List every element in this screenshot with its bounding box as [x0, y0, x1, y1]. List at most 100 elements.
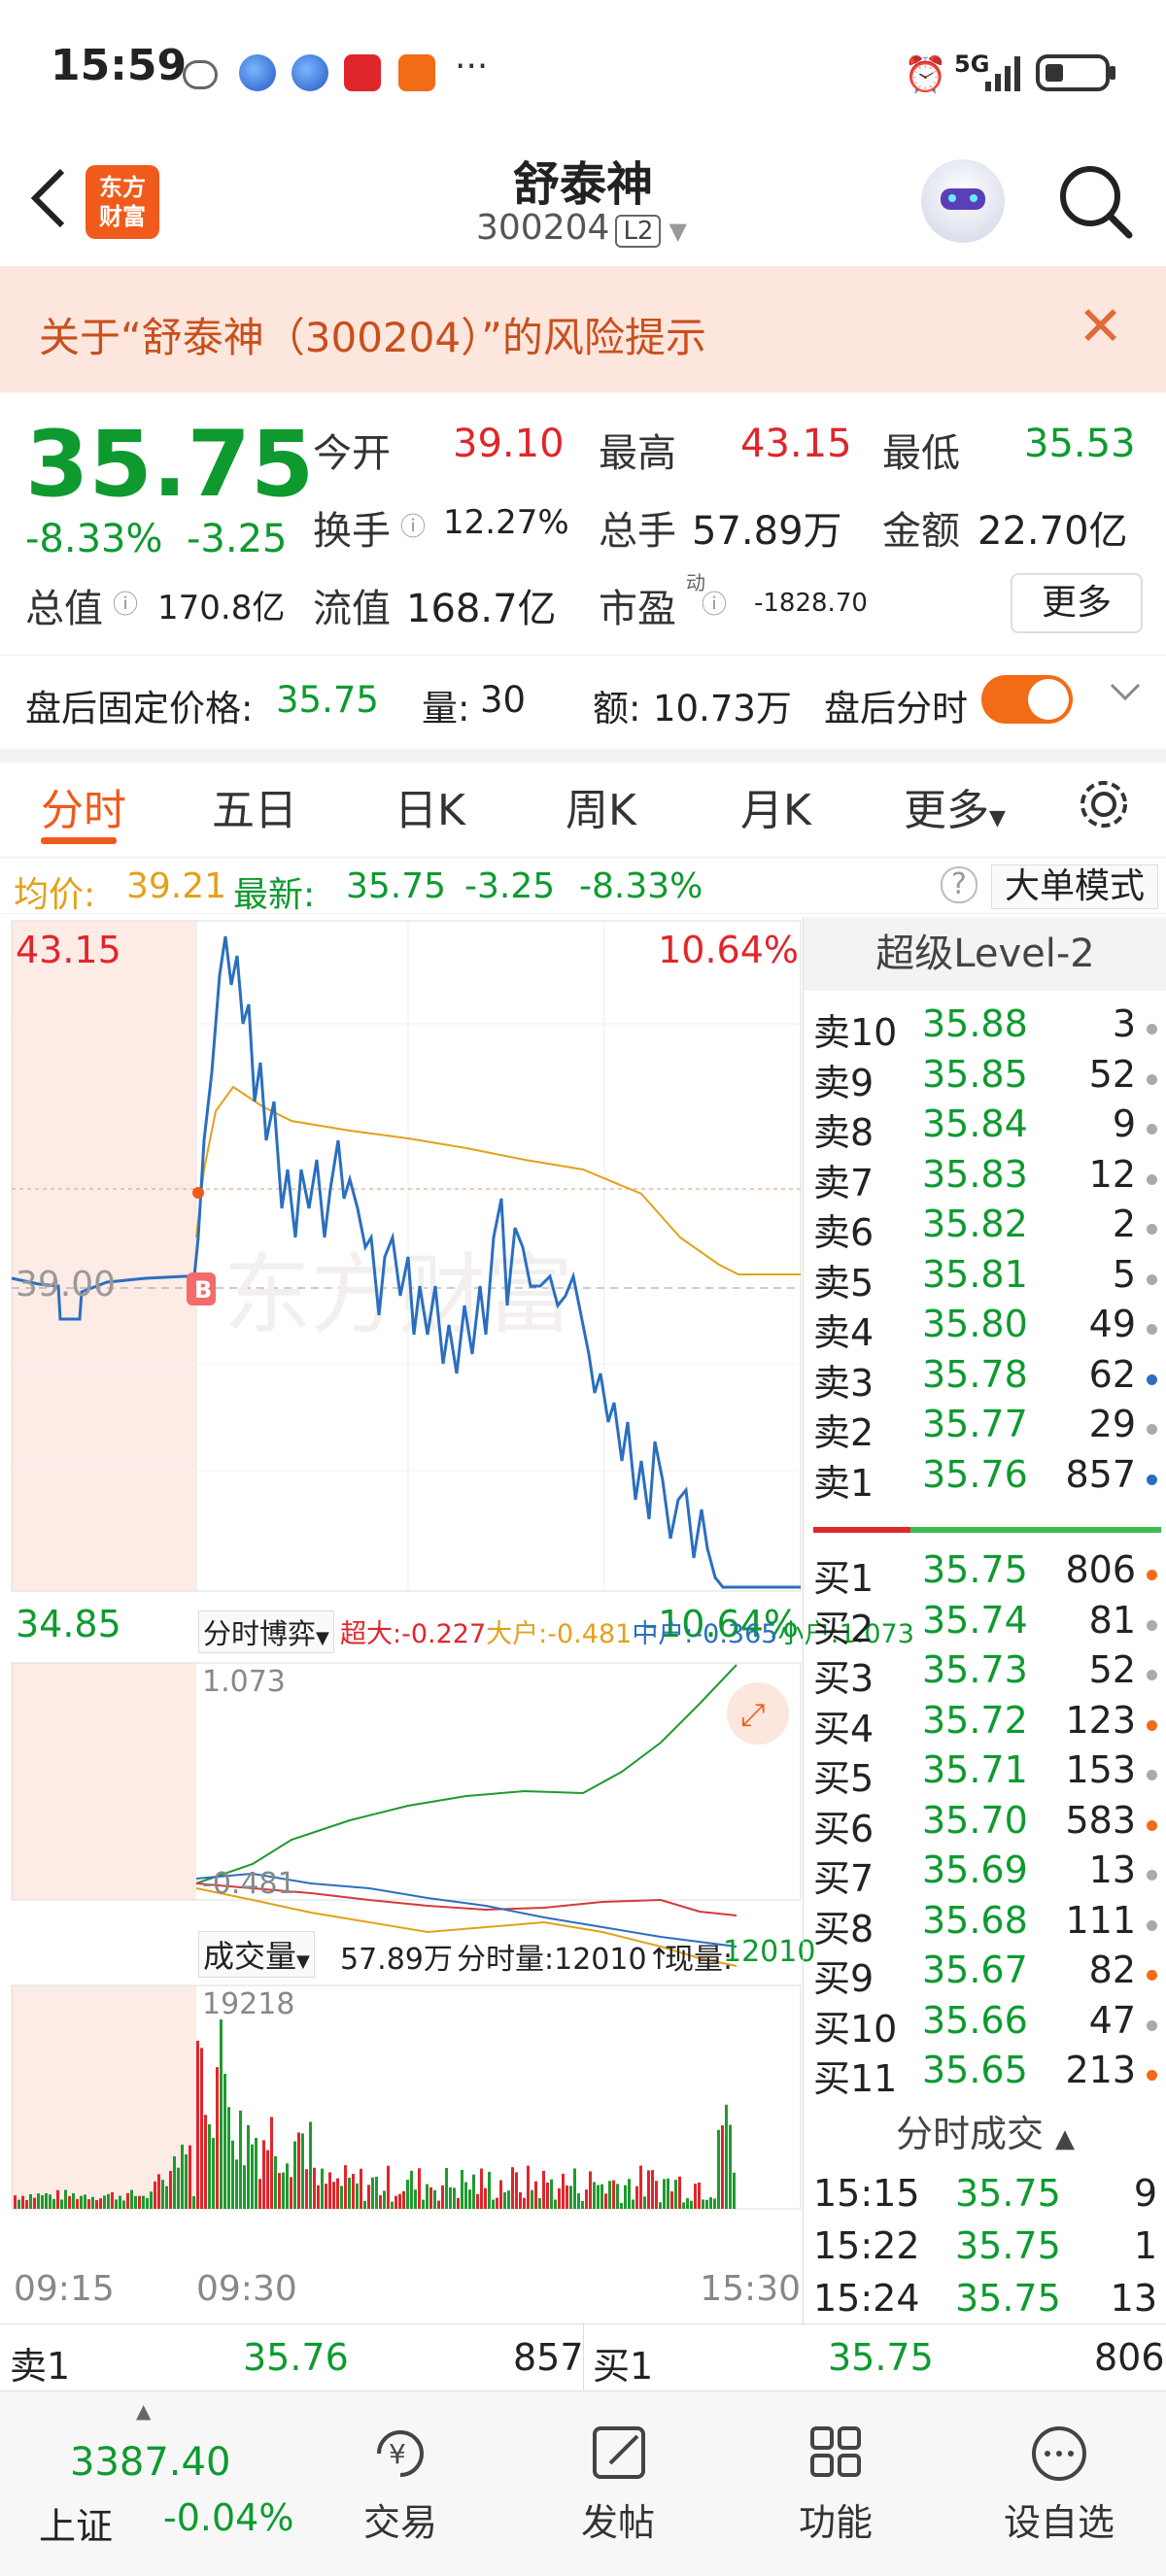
trade-row: 15:22 35.75 1 — [813, 2224, 1157, 2275]
amount-value: 22.70亿 — [977, 509, 1128, 554]
volume-bar — [107, 2193, 110, 2209]
sell-order-row[interactable]: 卖3 35.78 62 — [813, 1352, 1157, 1405]
order-volume: 81 — [1088, 1598, 1136, 1642]
quote-panel: 35.75 -8.33% -3.25 今开 39.10 最高 43.15 最低 … — [0, 392, 1166, 655]
signal-icon — [983, 54, 1028, 91]
trade-detail-title[interactable]: 分时成交 ▲ — [804, 2104, 1166, 2157]
game-indicator-select[interactable]: 分时博弈▼ — [198, 1610, 334, 1653]
tab-weekly-k[interactable]: 周K — [566, 775, 636, 837]
order-level-label: 买6 — [813, 1807, 874, 1850]
caret-down-icon: ▼ — [316, 1628, 329, 1648]
tab-more[interactable]: 更多▼ — [904, 775, 1006, 837]
info-icon[interactable]: ⓘ — [400, 507, 426, 543]
low-label: 最低 — [882, 431, 960, 476]
tab-monthly-k[interactable]: 月K — [740, 775, 811, 837]
volume-bar — [523, 2197, 526, 2209]
sell-order-row[interactable]: 卖1 35.76 857 — [813, 1453, 1157, 1505]
volume-bar — [356, 2183, 359, 2209]
info-icon-3[interactable]: ⓘ — [702, 585, 727, 621]
order-price: 35.83 — [922, 1152, 1028, 1196]
buy-order-row[interactable]: 买7 35.69 13 — [813, 1848, 1157, 1900]
current-price: 35.75 — [25, 412, 315, 518]
nav-add-watchlist[interactable]: 设自选 — [991, 2391, 1127, 2576]
order-dot-icon — [1147, 1919, 1157, 1931]
stock-code-selector[interactable]: 300204 L2 ▼ — [476, 208, 687, 248]
order-price: 35.77 — [922, 1403, 1028, 1445]
buy-order-row[interactable]: 买2 35.74 81 — [813, 1598, 1157, 1650]
sell-order-row[interactable]: 卖8 35.84 9 — [813, 1102, 1157, 1154]
help-icon[interactable]: ? — [941, 866, 977, 903]
tab-timeshare[interactable]: 分时 — [41, 775, 126, 837]
risk-warning-banner[interactable]: 关于“舒泰神（300204）”的风险提示 ✕ — [0, 266, 1166, 392]
close-banner-button[interactable]: ✕ — [1078, 295, 1123, 358]
sell-order-row[interactable]: 卖7 35.83 12 — [813, 1152, 1157, 1204]
buy-order-row[interactable]: 买9 35.67 82 — [813, 1949, 1157, 2000]
sell-order-row[interactable]: 卖4 35.80 49 — [813, 1303, 1157, 1354]
strip-sell-vol: 857 — [513, 2336, 584, 2379]
volume-bar — [371, 2177, 374, 2209]
sell-order-row[interactable]: 卖5 35.81 5 — [813, 1253, 1157, 1305]
big-label: 大户: — [486, 1619, 548, 1649]
more-quote-button[interactable]: 更多 — [1011, 573, 1143, 633]
buy-order-row[interactable]: 买6 35.70 583 — [813, 1799, 1157, 1850]
risk-warning-text: 关于“舒泰神（300204）”的风险提示 — [39, 314, 706, 361]
volume-bar — [367, 2185, 370, 2209]
volume-bar — [394, 2195, 397, 2209]
buy-order-row[interactable]: 买3 35.73 52 — [813, 1648, 1157, 1700]
buy-order-row[interactable]: 买11 35.65 213 — [813, 2049, 1157, 2100]
volume-bar — [258, 2179, 261, 2209]
after-hours-vol: 30 — [480, 679, 527, 721]
level2-title[interactable]: 超级Level-2 — [804, 917, 1166, 991]
volume-bar — [616, 2184, 619, 2209]
nav-features-label: 功能 — [798, 2501, 873, 2544]
robot-assistant-icon[interactable] — [921, 159, 1005, 243]
expand-button[interactable] — [1106, 673, 1145, 721]
index-ticker[interactable]: ▲ 3387.40 上证 -0.04% — [0, 2391, 311, 2576]
volume-bar — [313, 2167, 316, 2209]
tab-daily-k[interactable]: 日K — [394, 775, 465, 837]
volume-bar — [484, 2187, 487, 2209]
volume-bar — [375, 2176, 378, 2209]
volume-bar — [698, 2182, 701, 2209]
trade-volume: 1 — [1133, 2224, 1157, 2267]
order-volume: 62 — [1088, 1352, 1136, 1396]
sell-order-row[interactable]: 卖6 35.82 2 — [813, 1203, 1157, 1254]
volume-bar — [157, 2174, 160, 2209]
volume-bar — [154, 2181, 156, 2209]
nav-features[interactable]: 功能 — [777, 2391, 894, 2576]
order-dot-icon — [1147, 1024, 1157, 1034]
svg-text:¥: ¥ — [389, 2438, 406, 2470]
buy-order-row[interactable]: 买5 35.71 153 — [813, 1748, 1157, 1800]
volume-bar — [150, 2191, 153, 2209]
latest-label: 最新: — [233, 875, 316, 915]
sell-order-row[interactable]: 卖9 35.85 52 — [813, 1053, 1157, 1104]
volume-bar — [21, 2195, 24, 2209]
intraday-chart-area[interactable]: 东方财富 B ⤢ 43.15 10.64% 39.00 34.85 -10.64… — [0, 917, 914, 2325]
nav-trade[interactable]: ¥ 交易 — [342, 2391, 459, 2576]
order-price: 35.74 — [922, 1598, 1028, 1642]
tab-five-day[interactable]: 五日 — [212, 775, 297, 837]
volume-bar — [686, 2198, 689, 2209]
info-icon-2[interactable]: ⓘ — [113, 585, 138, 621]
after-hours-toggle[interactable] — [981, 675, 1073, 724]
order-volume: 9 — [1112, 1102, 1136, 1145]
eastmoney-notify-icon — [398, 54, 435, 91]
buy-order-row[interactable]: 买8 35.68 111 — [813, 1899, 1157, 1950]
order-level-label: 买5 — [813, 1757, 874, 1800]
buy-order-row[interactable]: 买10 35.66 47 — [813, 1998, 1157, 2051]
chart-settings-button[interactable] — [1073, 773, 1135, 839]
big-order-mode-button[interactable]: 大单模式 — [991, 864, 1158, 909]
volume-bar — [488, 2171, 491, 2209]
search-button[interactable] — [1053, 159, 1137, 247]
nav-post[interactable]: 发帖 — [560, 2391, 676, 2576]
order-price: 35.66 — [922, 1998, 1028, 2042]
sell-order-row[interactable]: 卖10 35.88 3 — [813, 1002, 1157, 1054]
index-value: 3387.40 — [70, 2440, 231, 2485]
buy-order-row[interactable]: 买4 35.72 123 — [813, 1699, 1157, 1750]
volume-indicator-select[interactable]: 成交量▼ — [198, 1931, 315, 1978]
sell-order-row[interactable]: 卖2 35.77 29 — [813, 1403, 1157, 1454]
volume-bar — [72, 2192, 75, 2209]
order-price: 35.67 — [922, 1949, 1028, 1991]
buy-order-row[interactable]: 买1 35.75 806 — [813, 1548, 1157, 1600]
volume-bar — [639, 2165, 642, 2209]
